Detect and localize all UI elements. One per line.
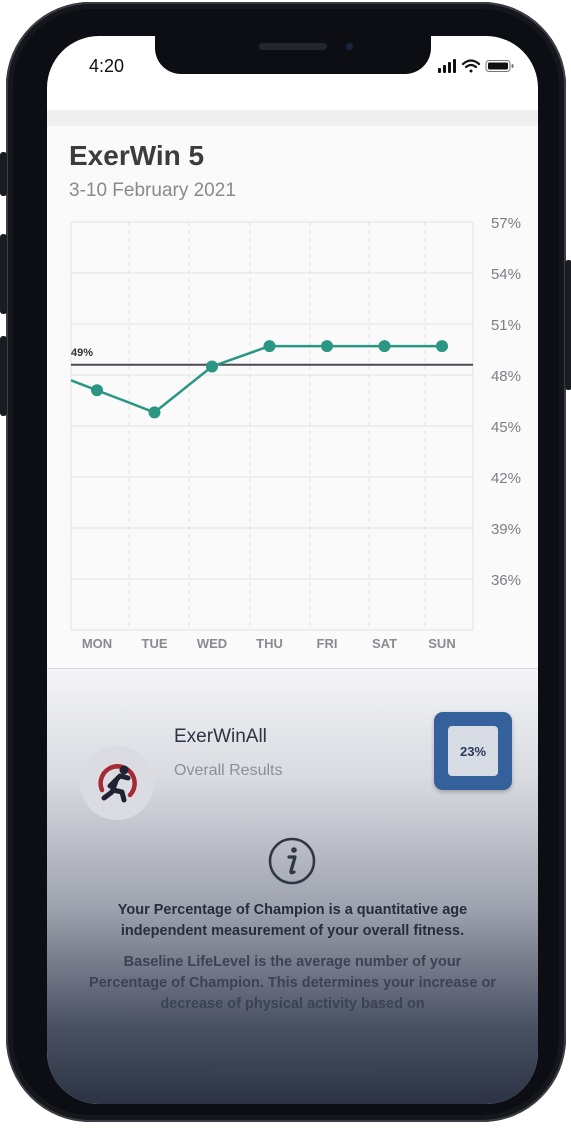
x-tick-label: SUN <box>428 636 455 651</box>
volume-down-button <box>0 336 7 416</box>
status-time: 4:20 <box>89 56 125 76</box>
runner-icon <box>98 764 137 803</box>
info-icon[interactable] <box>267 836 317 886</box>
series-line <box>70 344 442 414</box>
x-tick-label: SAT <box>372 636 397 651</box>
phone-frame: 4:20 ExerWin 5 3-10 February 2021 49% 57… <box>0 2 571 1122</box>
data-point-sun <box>436 340 448 353</box>
y-tick-label: 54% <box>491 266 521 283</box>
x-tick-label: WED <box>197 636 227 651</box>
data-point-wed <box>206 360 218 373</box>
wifi-icon <box>461 59 481 73</box>
info-paragraph-1: Your Percentage of Champion is a quantit… <box>117 902 468 939</box>
signal-icon <box>438 59 456 73</box>
result-percentage: 23% <box>448 726 498 776</box>
info-paragraph-2: Baseline LifeLevel is the average number… <box>89 954 496 1012</box>
header-band <box>47 110 538 126</box>
y-tick-label: 51% <box>491 317 521 334</box>
exerwin-avatar[interactable] <box>80 746 154 820</box>
front-camera <box>343 40 356 53</box>
notch <box>155 36 431 74</box>
y-tick-label: 48% <box>491 368 521 385</box>
volume-up-button <box>0 234 7 314</box>
percentage-chart: 49% 57% 54% 51% 48% 45% 42% 39% 36% MON TUE WED TH… <box>70 215 521 651</box>
exerwin-name[interactable]: ExerWinAll <box>174 726 267 748</box>
y-tick-label: 39% <box>491 521 521 538</box>
data-point-mon <box>91 384 103 397</box>
y-tick-label: 45% <box>491 419 521 436</box>
data-point-tue <box>148 406 161 419</box>
data-point-thu <box>263 340 276 353</box>
page-title: ExerWin 5 <box>69 140 205 171</box>
home-indicator[interactable] <box>209 1068 379 1073</box>
silent-switch <box>0 152 7 196</box>
phone-screen: 4:20 ExerWin 5 3-10 February 2021 49% 57… <box>47 36 538 1104</box>
data-point-fri <box>321 340 333 353</box>
battery-icon <box>485 60 514 72</box>
exerwin-subtitle: Overall Results <box>174 762 283 779</box>
result-badge[interactable]: 23% <box>434 712 512 790</box>
x-tick-label: MON <box>82 636 112 651</box>
x-tick-label: THU <box>256 636 283 651</box>
data-point-sat <box>378 340 391 353</box>
y-tick-label: 57% <box>491 215 521 232</box>
x-tick-label: FRI <box>317 636 338 651</box>
speaker <box>259 43 327 50</box>
y-tick-label: 42% <box>491 470 521 487</box>
power-button <box>565 260 571 390</box>
x-tick-label: TUE <box>142 636 168 651</box>
status-icons <box>438 58 518 78</box>
baseline-label: 49% <box>71 347 93 359</box>
y-tick-label: 36% <box>491 572 521 589</box>
date-range: 3-10 February 2021 <box>69 180 236 201</box>
